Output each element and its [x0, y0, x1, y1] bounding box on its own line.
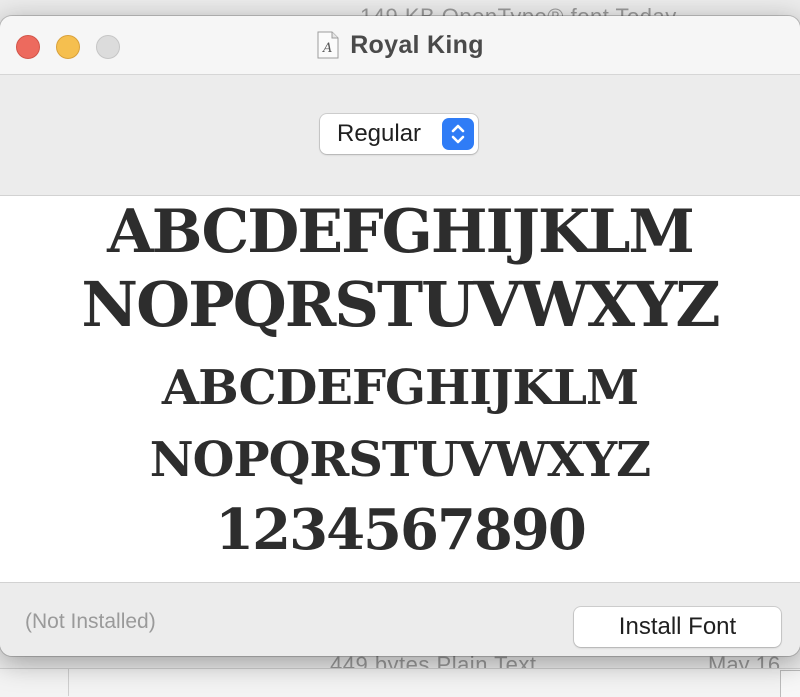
install-status: (Not Installed) [25, 610, 156, 633]
toolbar: Regular [0, 75, 800, 196]
style-select[interactable]: Regular [320, 114, 478, 154]
sample-uppercase-n-z: NOPQRSTUVWXYZ [149, 432, 651, 488]
background-divider [68, 668, 69, 696]
font-preview-window: A Royal King Regular ABCDEFGHIJKLM NOPQR… [0, 16, 800, 656]
window-title-group: A Royal King [0, 16, 800, 74]
sample-uppercase-a-m: ABCDEFGHIJKLM [161, 360, 639, 416]
font-file-icon: A [316, 31, 340, 59]
footer: (Not Installed) Install Font [0, 583, 800, 656]
background-file-icon [780, 670, 800, 697]
up-down-chevron-icon[interactable] [442, 118, 474, 150]
sample-uppercase-n-z-large: NOPQRSTUVWXYZ [81, 268, 720, 341]
sample-uppercase-a-m-large: ABCDEFGHIJKLM [107, 197, 695, 267]
style-select-value: Regular [337, 120, 422, 147]
titlebar[interactable]: A Royal King [0, 16, 800, 75]
sample-digits: 1234567890 [215, 497, 587, 563]
font-sample-preview: ABCDEFGHIJKLM NOPQRSTUVWXYZ ABCDEFGHIJKL… [0, 196, 800, 583]
install-font-button[interactable]: Install Font [574, 607, 781, 647]
window-title: Royal King [350, 30, 484, 59]
background-list-row [0, 668, 800, 697]
svg-text:A: A [322, 41, 332, 56]
